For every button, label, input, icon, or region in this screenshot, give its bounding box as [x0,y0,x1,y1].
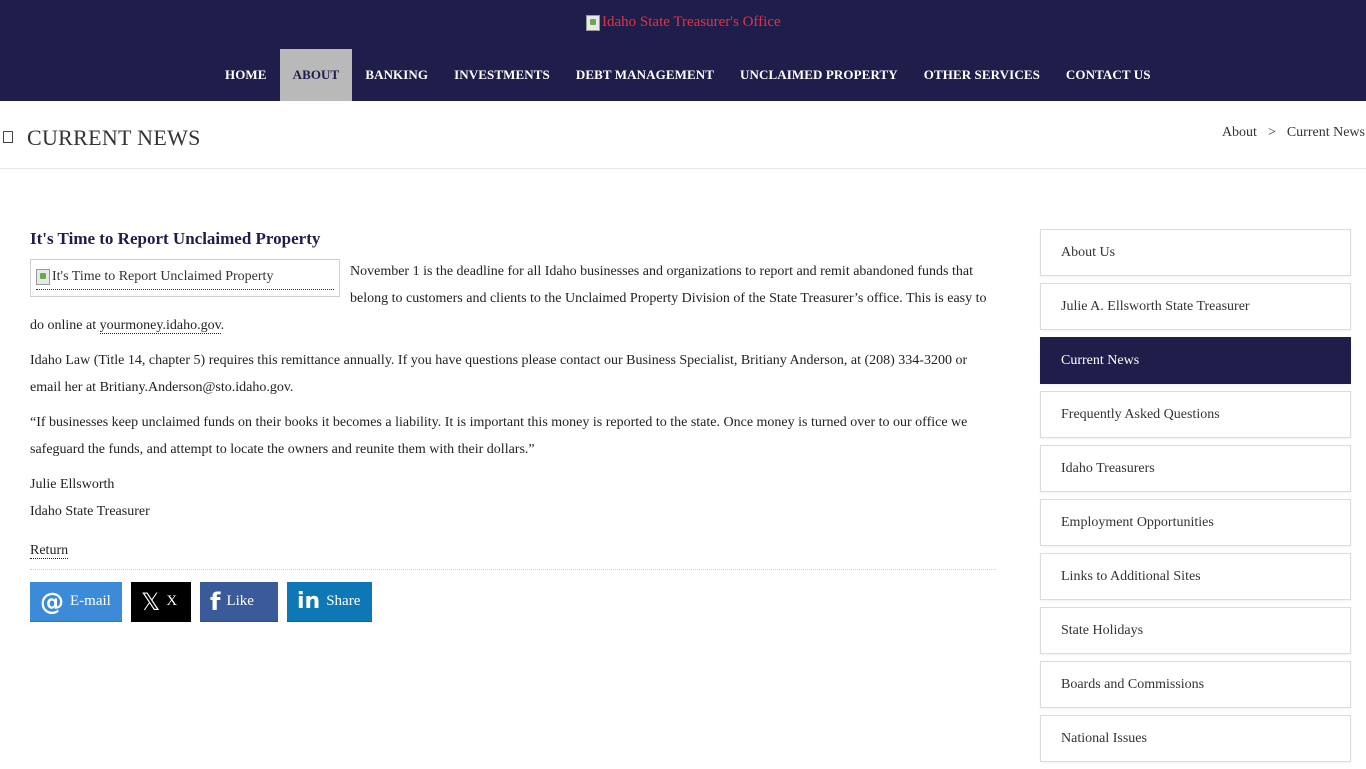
site-header: Idaho State Treasurer's Office HOME ABOU… [0,0,1366,101]
at-icon: @ [40,587,64,616]
page-header: CURRENT NEWS About > Current News [0,101,1366,169]
page-icon [3,131,13,143]
divider [30,569,996,570]
share-linkedin-label: Share [326,593,361,609]
paragraph-end: . [220,318,225,333]
page-title: CURRENT NEWS [27,125,201,150]
sidebar-item-boards[interactable]: Boards and Commissions [1040,661,1351,708]
sidebar-item-state-treasurer[interactable]: Julie A. Ellsworth State Treasurer [1040,283,1351,330]
nav-about[interactable]: ABOUT [279,49,353,101]
sidebar-item-current-news[interactable]: Current News [1040,337,1351,384]
sidebar-item-idaho-treasurers[interactable]: Idaho Treasurers [1040,445,1351,492]
broken-image-icon [586,14,600,31]
sidebar-nav: About Us Julie A. Ellsworth State Treasu… [1040,229,1351,769]
breadcrumb-about[interactable]: About [1222,125,1257,141]
share-x-button[interactable]: 𝕏 X [131,582,191,622]
sidebar-item-links[interactable]: Links to Additional Sites [1040,553,1351,600]
share-email-button[interactable]: @ E-mail [30,582,122,622]
share-facebook-button[interactable]: f Like [200,582,278,622]
logo-alt-text: Idaho State Treasurer's Office [602,14,781,30]
nav-home[interactable]: HOME [212,49,280,101]
nav-investments[interactable]: INVESTMENTS [441,49,563,101]
share-linkedin-button[interactable]: in Share [287,582,372,622]
share-email-label: E-mail [70,593,111,609]
sidebar-item-state-holidays[interactable]: State Holidays [1040,607,1351,654]
main-nav: HOME ABOUT BANKING INVESTMENTS DEBT MANA… [212,49,1164,101]
sidebar-item-employment[interactable]: Employment Opportunities [1040,499,1351,546]
article-title: It's Time to Report Unclaimed Property [30,229,321,248]
return-link[interactable]: Return [30,543,69,559]
breadcrumb: About > Current News [1222,125,1365,141]
linkedin-icon: in [297,589,321,614]
nav-unclaimed-property[interactable]: UNCLAIMED PROPERTY [727,49,911,101]
sidebar-item-national-issues[interactable]: National Issues [1040,715,1351,762]
x-logo-icon: 𝕏 [141,587,161,616]
nav-banking[interactable]: BANKING [352,49,441,101]
site-logo[interactable]: Idaho State Treasurer's Office [586,14,781,31]
article-image-alt: It's Time to Report Unclaimed Property [52,269,274,284]
nav-contact-us[interactable]: CONTACT US [1053,49,1164,101]
facebook-icon: f [210,587,221,616]
signature-title: Idaho State Treasurer [30,504,150,519]
yourmoney-link[interactable]: yourmoney.idaho.gov [99,318,221,334]
article-quote: “If businesses keep unclaimed funds on t… [30,415,968,457]
share-bar: @ E-mail 𝕏 X f Like in Share [30,582,372,622]
article-image: It's Time to Report Unclaimed Property [30,259,340,297]
share-x-label: X [166,593,178,609]
sidebar-item-faq[interactable]: Frequently Asked Questions [1040,391,1351,438]
article: It's Time to Report Unclaimed Property I… [30,226,996,570]
signature-name: Julie Ellsworth [30,477,115,492]
nav-other-services[interactable]: OTHER SERVICES [911,49,1053,101]
article-paragraph-2: Idaho Law (Title 14, chapter 5) requires… [30,353,968,395]
share-facebook-label: Like [226,593,254,609]
nav-debt-management[interactable]: DEBT MANAGEMENT [563,49,727,101]
broken-image-icon [36,269,50,285]
breadcrumb-separator: > [1267,125,1276,140]
breadcrumb-current-news: Current News [1286,125,1365,140]
sidebar-item-about-us[interactable]: About Us [1040,229,1351,276]
